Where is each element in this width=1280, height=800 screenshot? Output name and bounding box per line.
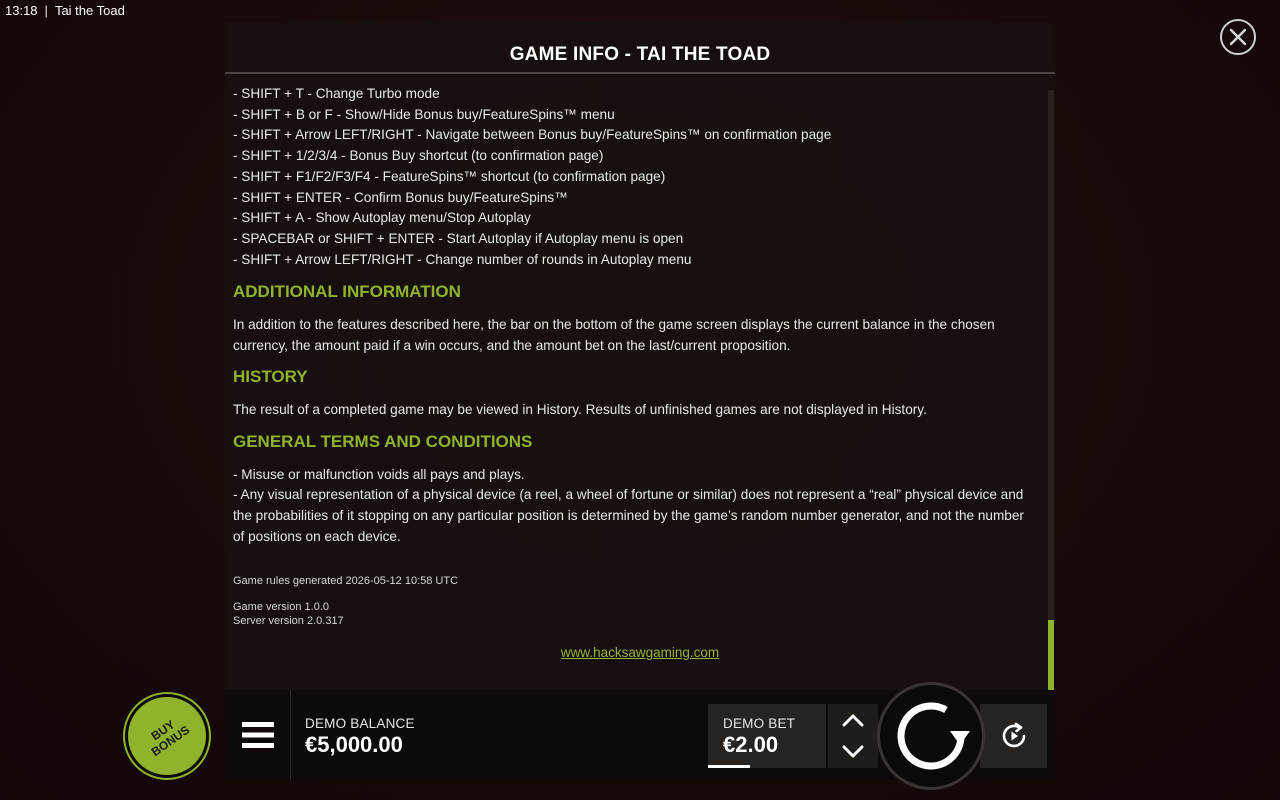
title-divider bbox=[225, 72, 1055, 74]
shortcut-line: - SHIFT + Arrow LEFT/RIGHT - Change numb… bbox=[233, 251, 692, 267]
status-separator: | bbox=[44, 2, 48, 18]
terms-item: - Misuse or malfunction voids all pays a… bbox=[233, 466, 525, 482]
spin-icon bbox=[897, 702, 970, 770]
autoplay-button[interactable] bbox=[980, 704, 1047, 768]
terms-item: - Any visual representation of a physica… bbox=[233, 487, 1024, 544]
shortcut-line: - SPACEBAR or SHIFT + ENTER - Start Auto… bbox=[233, 230, 684, 246]
shortcut-line: - SHIFT + F1/F2/F3/F4 - FeatureSpins™ sh… bbox=[233, 168, 666, 184]
balance-display: DEMO BALANCE €5,000.00 bbox=[305, 716, 415, 758]
shortcut-line: - SHIFT + 1/2/3/4 - Bonus Buy shortcut (… bbox=[233, 148, 604, 164]
scrollbar-thumb[interactable] bbox=[1048, 620, 1054, 690]
spin-button[interactable] bbox=[877, 682, 985, 790]
bet-label: DEMO BET bbox=[723, 716, 796, 731]
info-content[interactable]: - SHIFT + T - Change Turbo mode - SHIFT … bbox=[233, 84, 1038, 684]
close-icon bbox=[1229, 28, 1247, 46]
close-button[interactable] bbox=[1220, 19, 1256, 55]
website-link[interactable]: www.hacksawgaming.com bbox=[561, 645, 719, 660]
history-text: The result of a completed game may be vi… bbox=[233, 402, 927, 418]
clock-time: 13:18 bbox=[5, 2, 38, 18]
autoplay-icon bbox=[1002, 722, 1025, 748]
app-title: Tai the Toad bbox=[54, 2, 125, 18]
website-link-container: www.hacksawgaming.com bbox=[225, 645, 1055, 660]
menu-button[interactable] bbox=[225, 690, 291, 780]
history-heading: HISTORY bbox=[233, 367, 308, 387]
server-version: Server version 2.0.317 bbox=[233, 615, 344, 628]
status-bar: 13:18 | Tai the Toad bbox=[0, 0, 125, 20]
balance-value: €5,000.00 bbox=[305, 732, 403, 757]
shortcut-line: - SHIFT + B or F - Show/Hide Bonus buy/F… bbox=[233, 106, 615, 122]
chevron-up-icon[interactable] bbox=[842, 713, 864, 727]
bet-value: €2.00 bbox=[723, 732, 779, 757]
additional-info-heading: ADDITIONAL INFORMATION bbox=[233, 282, 461, 302]
hamburger-menu-icon bbox=[241, 722, 274, 748]
bet-level-indicator bbox=[708, 765, 750, 768]
bet-stepper bbox=[828, 704, 878, 768]
scrollbar-track[interactable] bbox=[1048, 90, 1054, 690]
panel-title: GAME INFO - TAI THE TOAD bbox=[509, 44, 771, 65]
buy-bonus-button[interactable]: BUY BONUS bbox=[125, 694, 209, 778]
buy-bonus-label: BUY BONUS bbox=[135, 708, 199, 764]
rules-generated: Game rules generated 2026-05-12 10:58 UT… bbox=[233, 575, 459, 588]
balance-label: DEMO BALANCE bbox=[305, 716, 415, 731]
shortcut-line: - SHIFT + T - Change Turbo mode bbox=[233, 86, 440, 101]
chevron-down-icon[interactable] bbox=[842, 745, 864, 759]
shortcut-line: - SHIFT + A - Show Autoplay menu/Stop Au… bbox=[233, 210, 531, 226]
shortcut-line: - SHIFT + Arrow LEFT/RIGHT - Navigate be… bbox=[233, 127, 832, 143]
terms-heading: GENERAL TERMS AND CONDITIONS bbox=[233, 431, 533, 451]
shortcut-line: - SHIFT + ENTER - Confirm Bonus buy/Feat… bbox=[233, 189, 568, 205]
bottom-bar: DEMO BALANCE €5,000.00 DEMO BET €2.00 bbox=[225, 682, 1055, 790]
bet-display[interactable]: DEMO BET €2.00 bbox=[708, 704, 826, 768]
game-version: Game version 1.0.0 bbox=[233, 601, 329, 614]
game-info-panel: GAME INFO - TAI THE TOAD - SHIFT + T - C… bbox=[225, 22, 1055, 690]
additional-info-text: In addition to the features described he… bbox=[233, 317, 995, 353]
